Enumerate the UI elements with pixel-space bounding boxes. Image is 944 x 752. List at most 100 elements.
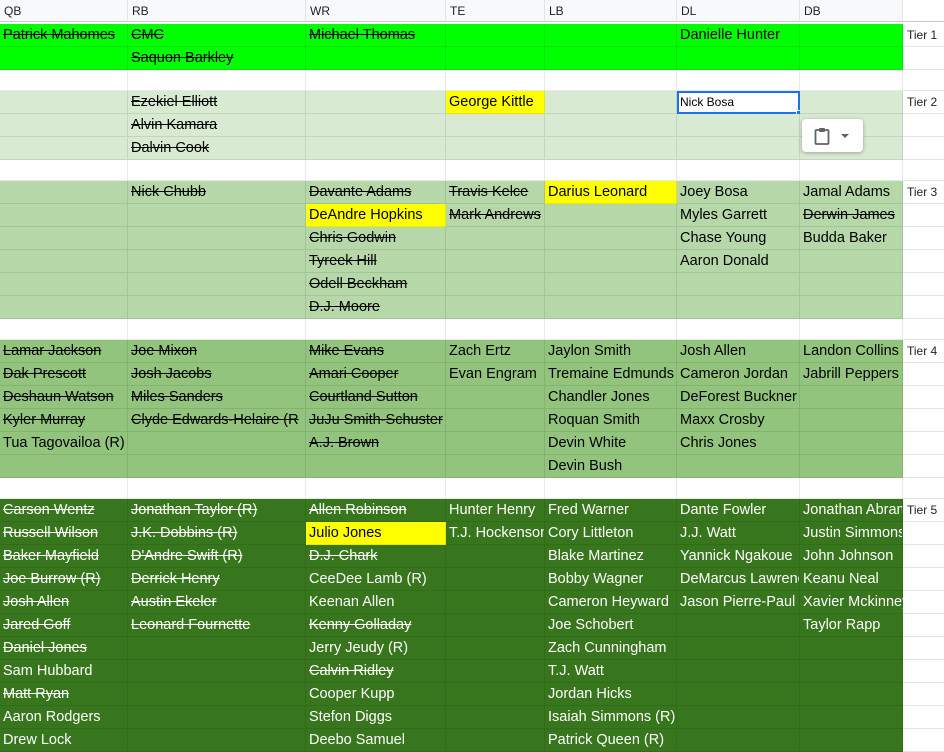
tier-label[interactable]	[903, 706, 944, 729]
cell-rb[interactable]	[128, 432, 306, 455]
cell-lb[interactable]: Zach Cunningham	[545, 637, 677, 660]
tier-label[interactable]: Tier 1	[903, 24, 944, 47]
cell-rb[interactable]: Leonard Fournette	[128, 614, 306, 637]
cell-db[interactable]: Jonathan Abram	[800, 499, 903, 522]
cell-te[interactable]	[446, 637, 545, 660]
cell-qb[interactable]: Lamar Jackson	[0, 340, 128, 363]
tier-label[interactable]	[903, 545, 944, 568]
cell-qb[interactable]	[0, 114, 128, 137]
cell-db[interactable]: Jamal Adams	[800, 181, 903, 204]
cell-te[interactable]	[446, 273, 545, 296]
cell-lb[interactable]	[545, 478, 677, 499]
cell-lb[interactable]: Patrick Queen (R)	[545, 729, 677, 752]
tier-label[interactable]	[903, 47, 944, 70]
cell-dl[interactable]: Josh Allen	[677, 340, 800, 363]
tier-label[interactable]	[903, 160, 944, 181]
cell-dl[interactable]	[677, 70, 800, 91]
cell-rb[interactable]: J.K. Dobbins (R)	[128, 522, 306, 545]
cell-wr[interactable]: A.J. Brown	[306, 432, 446, 455]
cell-lb[interactable]: Roquan Smith	[545, 409, 677, 432]
cell-lb[interactable]	[545, 273, 677, 296]
cell-dl[interactable]: Yannick Ngakoue	[677, 545, 800, 568]
cell-dl[interactable]: Nick Bosa	[677, 91, 800, 114]
cell-te[interactable]: Zach Ertz	[446, 340, 545, 363]
cell-qb[interactable]	[0, 319, 128, 340]
cell-db[interactable]	[800, 432, 903, 455]
cell-dl[interactable]: DeForest Buckner	[677, 386, 800, 409]
column-header-wr[interactable]: WR	[306, 0, 446, 22]
cell-lb[interactable]	[545, 250, 677, 273]
cell-te[interactable]	[446, 250, 545, 273]
cell-qb[interactable]: Baker Mayfield	[0, 545, 128, 568]
cell-lb[interactable]: Cameron Heyward	[545, 591, 677, 614]
tier-label[interactable]: Tier 5	[903, 499, 944, 522]
tier-label[interactable]	[903, 660, 944, 683]
cell-wr[interactable]	[306, 160, 446, 181]
tier-label[interactable]: Tier 3	[903, 181, 944, 204]
cell-dl[interactable]: Myles Garrett	[677, 204, 800, 227]
cell-lb[interactable]	[545, 114, 677, 137]
cell-wr[interactable]: Kenny Golladay	[306, 614, 446, 637]
column-header-db[interactable]: DB	[800, 0, 903, 22]
cell-rb[interactable]	[128, 273, 306, 296]
cell-lb[interactable]: Bobby Wagner	[545, 568, 677, 591]
cell-lb[interactable]	[545, 227, 677, 250]
cell-wr[interactable]	[306, 137, 446, 160]
cell-lb[interactable]: Blake Martinez	[545, 545, 677, 568]
column-header-lb[interactable]: LB	[545, 0, 677, 22]
cell-te[interactable]: Hunter Henry	[446, 499, 545, 522]
cell-lb[interactable]: Fred Warner	[545, 499, 677, 522]
cell-qb[interactable]: Kyler Murray	[0, 409, 128, 432]
cell-dl[interactable]: J.J. Watt	[677, 522, 800, 545]
cell-db[interactable]	[800, 319, 903, 340]
tier-label[interactable]	[903, 386, 944, 409]
cell-rb[interactable]	[128, 729, 306, 752]
cell-qb[interactable]: Josh Allen	[0, 591, 128, 614]
cell-qb[interactable]: Deshaun Watson	[0, 386, 128, 409]
cell-te[interactable]	[446, 545, 545, 568]
cell-wr[interactable]: D.J. Moore	[306, 296, 446, 319]
cell-db[interactable]	[800, 250, 903, 273]
cell-te[interactable]	[446, 24, 545, 47]
cell-dl[interactable]: Joey Bosa	[677, 181, 800, 204]
column-header-te[interactable]: TE	[446, 0, 545, 22]
cell-qb[interactable]: Daniel Jones	[0, 637, 128, 660]
cell-te[interactable]	[446, 729, 545, 752]
cell-qb[interactable]	[0, 47, 128, 70]
cell-dl[interactable]	[677, 478, 800, 499]
cell-qb[interactable]	[0, 250, 128, 273]
cell-rb[interactable]	[128, 227, 306, 250]
cell-wr[interactable]: Jerry Jeudy (R)	[306, 637, 446, 660]
tier-label[interactable]	[903, 273, 944, 296]
cell-dl[interactable]	[677, 637, 800, 660]
cell-wr[interactable]: Tyreek Hill	[306, 250, 446, 273]
cell-db[interactable]	[800, 409, 903, 432]
cell-lb[interactable]: Tremaine Edmunds	[545, 363, 677, 386]
cell-rb[interactable]: Miles Sanders	[128, 386, 306, 409]
cell-db[interactable]: Keanu Neal	[800, 568, 903, 591]
cell-te[interactable]	[446, 160, 545, 181]
cell-dl[interactable]: Aaron Donald	[677, 250, 800, 273]
tier-label[interactable]	[903, 227, 944, 250]
cell-rb[interactable]	[128, 660, 306, 683]
cell-dl[interactable]	[677, 273, 800, 296]
cell-rb[interactable]: Nick Chubb	[128, 181, 306, 204]
cell-lb[interactable]: T.J. Watt	[545, 660, 677, 683]
cell-qb[interactable]: Russell Wilson	[0, 522, 128, 545]
cell-wr[interactable]: Stefon Diggs	[306, 706, 446, 729]
cell-dl[interactable]: Jason Pierre-Paul	[677, 591, 800, 614]
cell-lb[interactable]: Darius Leonard	[545, 181, 677, 204]
tier-label[interactable]	[903, 614, 944, 637]
cell-qb[interactable]: Joe Burrow (R)	[0, 568, 128, 591]
cell-te[interactable]	[446, 660, 545, 683]
tier-label[interactable]	[903, 70, 944, 91]
cell-rb[interactable]	[128, 296, 306, 319]
cell-qb[interactable]	[0, 273, 128, 296]
cell-lb[interactable]: Jordan Hicks	[545, 683, 677, 706]
cell-lb[interactable]: Joe Schobert	[545, 614, 677, 637]
cell-rb[interactable]	[128, 160, 306, 181]
cell-qb[interactable]	[0, 160, 128, 181]
cell-qb[interactable]	[0, 137, 128, 160]
cell-te[interactable]	[446, 114, 545, 137]
cell-lb[interactable]: Cory Littleton	[545, 522, 677, 545]
